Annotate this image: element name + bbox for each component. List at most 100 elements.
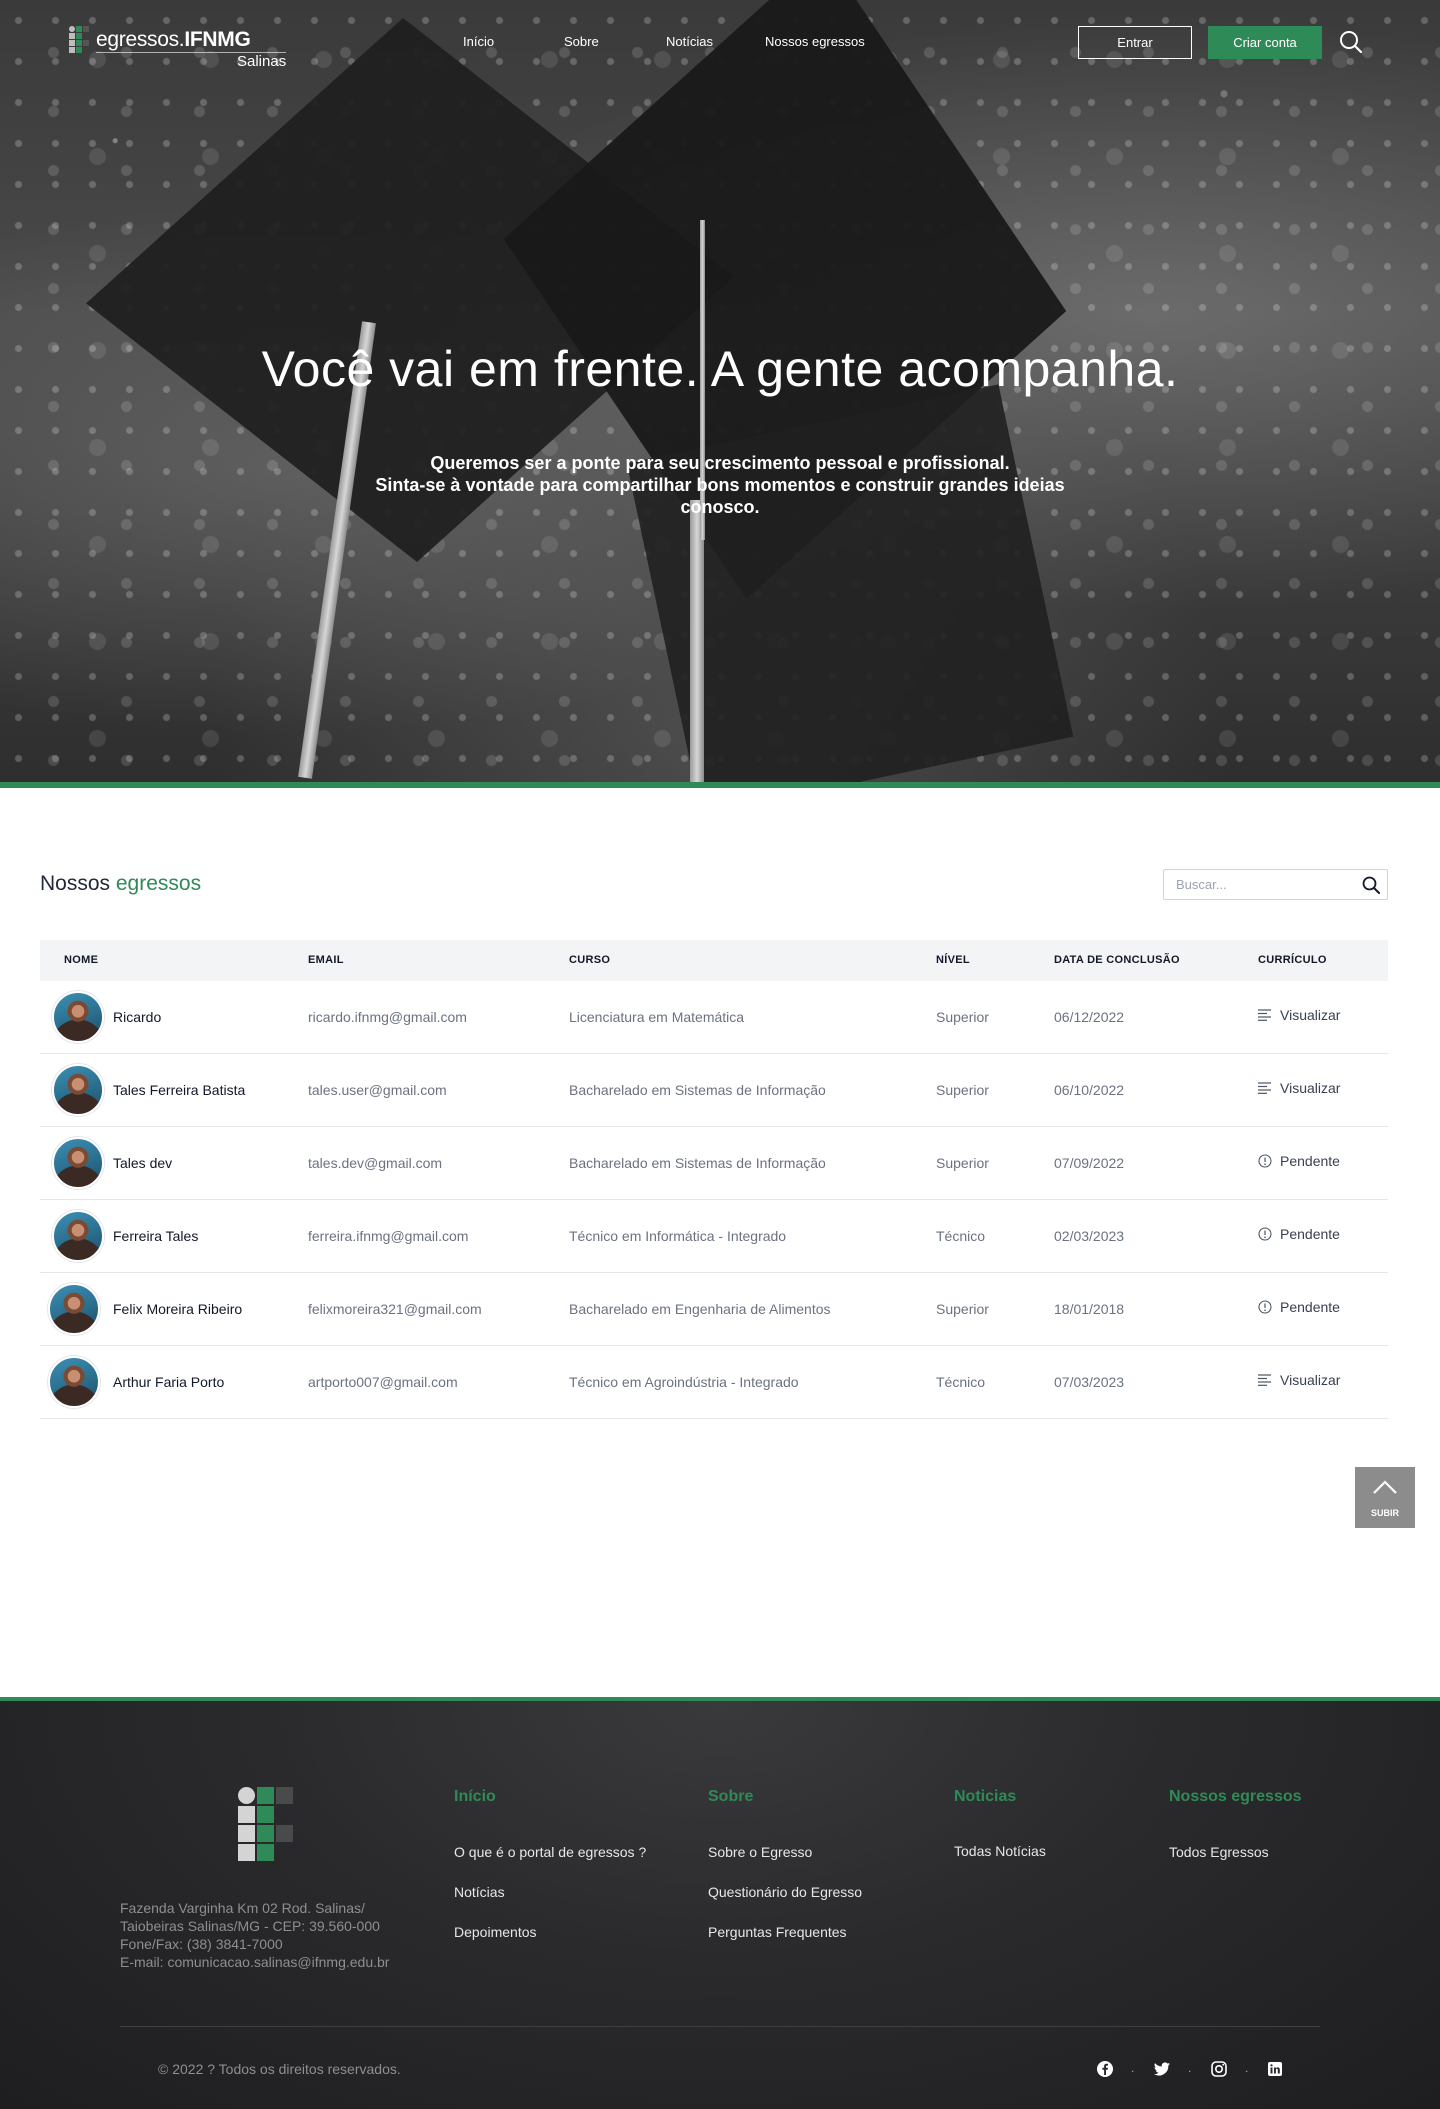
- footer-heading-nossos-egressos[interactable]: Nossos egressos: [1169, 1788, 1302, 1806]
- signup-button[interactable]: Criar conta: [1208, 26, 1322, 59]
- top-navbar: egressos.IFNMG Salinas Início Sobre Notí…: [0, 0, 1440, 86]
- nav-link-noticias[interactable]: Notícias: [666, 34, 713, 49]
- avatar: [52, 1064, 104, 1116]
- table-row[interactable]: Tales dev tales.dev@gmail.com Bacharelad…: [40, 1127, 1388, 1200]
- address-line: Taiobeiras Salinas/MG - CEP: 39.560-000: [120, 1918, 380, 1934]
- email-line: E-mail: comunicacao.salinas@ifnmg.edu.br: [120, 1954, 390, 1970]
- search-icon[interactable]: [1338, 29, 1364, 55]
- table-row[interactable]: Felix Moreira Ribeiro felixmoreira321@gm…: [40, 1273, 1388, 1346]
- avatar: [52, 1137, 104, 1189]
- info-icon: [1258, 1227, 1272, 1241]
- search-input[interactable]: [1164, 870, 1354, 899]
- brand-logo[interactable]: egressos.IFNMG Salinas: [69, 26, 289, 74]
- cell-date: 06/12/2022: [1054, 1009, 1125, 1025]
- linkedin-icon[interactable]: [1266, 2060, 1284, 2078]
- cv-label: Pendente: [1280, 1299, 1340, 1315]
- ifnmg-logo-icon: [69, 26, 89, 54]
- brand-name: egressos.IFNMG: [96, 28, 251, 51]
- footer-heading-sobre[interactable]: Sobre: [708, 1788, 753, 1806]
- info-icon: [1258, 1300, 1272, 1314]
- footer-heading-noticias[interactable]: Noticias: [954, 1788, 1016, 1806]
- cell-course: Técnico em Agroindústria - Integrado: [569, 1374, 799, 1390]
- hero-banner: Você vai em frente. A gente acompanha. Q…: [0, 0, 1440, 782]
- footer-link-portal[interactable]: O que é o portal de egressos ?: [454, 1844, 646, 1860]
- cell-name: Arthur Faria Porto: [113, 1374, 225, 1390]
- hero-subtitle: Queremos ser a ponte para seu cresciment…: [360, 452, 1080, 518]
- column-header-course[interactable]: CURSO: [569, 954, 610, 966]
- footer-link-todos-egressos[interactable]: Todos Egressos: [1169, 1844, 1269, 1860]
- cell-course: Bacharelado em Engenharia de Alimentos: [569, 1301, 831, 1317]
- table-row[interactable]: Ferreira Tales ferreira.ifnmg@gmail.com …: [40, 1200, 1388, 1273]
- footer-link-faq[interactable]: Perguntas Frequentes: [708, 1924, 847, 1940]
- cv-view-link[interactable]: Visualizar: [1258, 1080, 1340, 1096]
- cell-email: ricardo.ifnmg@gmail.com: [308, 1009, 467, 1025]
- brand-campus: Salinas: [237, 53, 287, 70]
- cell-date: 18/01/2018: [1054, 1301, 1125, 1317]
- avatar: [52, 1210, 104, 1262]
- hero-title: Você vai em frente. A gente acompanha.: [261, 341, 1179, 397]
- hero-subtitle-line-1: Queremos ser a ponte para seu cresciment…: [430, 453, 1010, 473]
- back-to-top-label: SUBIR: [1370, 1508, 1399, 1518]
- column-header-level[interactable]: NÍVEL: [936, 954, 970, 966]
- separator-dot: .: [1131, 2061, 1135, 2075]
- column-header-cv[interactable]: CURRÍCULO: [1258, 954, 1327, 966]
- footer-link-noticias[interactable]: Notícias: [454, 1884, 505, 1900]
- nav-link-nossos-egressos[interactable]: Nossos egressos: [765, 34, 865, 49]
- search-icon[interactable]: [1361, 875, 1381, 895]
- hero-subtitle-line-2: Sinta-se à vontade para compartilhar bon…: [375, 475, 1065, 517]
- cv-view-link[interactable]: Visualizar: [1258, 1372, 1340, 1388]
- list-icon: [1258, 1009, 1271, 1021]
- cell-name: Felix Moreira Ribeiro: [113, 1301, 243, 1317]
- chevron-up-icon: [1373, 1480, 1397, 1494]
- footer: Fazenda Varginha Km 02 Rod. Salinas/ Tai…: [0, 1701, 1440, 2109]
- cv-label: Visualizar: [1280, 1080, 1341, 1096]
- column-header-email[interactable]: EMAIL: [308, 954, 344, 966]
- list-icon: [1258, 1082, 1271, 1094]
- list-icon: [1258, 1374, 1271, 1386]
- table-row[interactable]: Arthur Faria Porto artporto007@gmail.com…: [40, 1346, 1388, 1419]
- footer-heading-inicio[interactable]: Início: [454, 1788, 496, 1806]
- cell-date: 06/10/2022: [1054, 1082, 1125, 1098]
- hero-divider: [0, 782, 1440, 788]
- nav-link-sobre[interactable]: Sobre: [564, 34, 599, 49]
- back-to-top-button[interactable]: SUBIR: [1355, 1467, 1415, 1528]
- footer-link-sobre-egresso[interactable]: Sobre o Egresso: [708, 1844, 812, 1860]
- cell-level: Superior: [936, 1155, 989, 1171]
- phone-line: Fone/Fax: (38) 3841-7000: [120, 1936, 283, 1952]
- footer-link-questionario[interactable]: Questionário do Egresso: [708, 1884, 862, 1900]
- twitter-icon[interactable]: [1153, 2060, 1171, 2078]
- cell-email: ferreira.ifnmg@gmail.com: [308, 1228, 469, 1244]
- facebook-icon[interactable]: [1096, 2060, 1114, 2078]
- cv-label: Visualizar: [1280, 1007, 1341, 1023]
- cv-pending-status: Pendente: [1258, 1226, 1340, 1242]
- address-line: Fazenda Varginha Km 02 Rod. Salinas/: [120, 1900, 365, 1916]
- nav-link-inicio[interactable]: Início: [463, 34, 494, 49]
- cell-course: Bacharelado em Sistemas de Informação: [569, 1082, 826, 1098]
- cell-email: tales.dev@gmail.com: [308, 1155, 443, 1171]
- tassel-center: [690, 500, 704, 782]
- column-header-name[interactable]: NOME: [64, 954, 98, 966]
- ifnmg-logo-icon: [238, 1787, 298, 1867]
- footer-link-depoimentos[interactable]: Depoimentos: [454, 1924, 537, 1940]
- cv-label: Pendente: [1280, 1226, 1340, 1242]
- cell-name: Ferreira Tales: [113, 1228, 199, 1244]
- cell-date: 07/09/2022: [1054, 1155, 1125, 1171]
- cell-level: Superior: [936, 1082, 989, 1098]
- avatar: [48, 1356, 100, 1408]
- cell-email: artporto007@gmail.com: [308, 1374, 458, 1390]
- cell-course: Licenciatura em Matemática: [569, 1009, 745, 1025]
- column-header-date[interactable]: DATA DE CONCLUSÃO: [1054, 954, 1180, 966]
- table-row[interactable]: Tales Ferreira Batista tales.user@gmail.…: [40, 1054, 1388, 1127]
- separator-dot: .: [1188, 2061, 1192, 2075]
- login-button[interactable]: Entrar: [1078, 26, 1192, 59]
- cell-course: Técnico em Informática - Integrado: [569, 1228, 787, 1244]
- footer-link-todas-noticias[interactable]: Todas Notícias: [954, 1843, 1046, 1859]
- cv-view-link[interactable]: Visualizar: [1258, 1007, 1340, 1023]
- cell-level: Superior: [936, 1009, 989, 1025]
- cell-name: Ricardo: [113, 1009, 162, 1025]
- cell-level: Técnico: [936, 1374, 986, 1390]
- cell-level: Superior: [936, 1301, 989, 1317]
- instagram-icon[interactable]: [1210, 2060, 1228, 2078]
- table-row[interactable]: Ricardo ricardo.ifnmg@gmail.com Licencia…: [40, 981, 1388, 1054]
- cell-date: 02/03/2023: [1054, 1228, 1125, 1244]
